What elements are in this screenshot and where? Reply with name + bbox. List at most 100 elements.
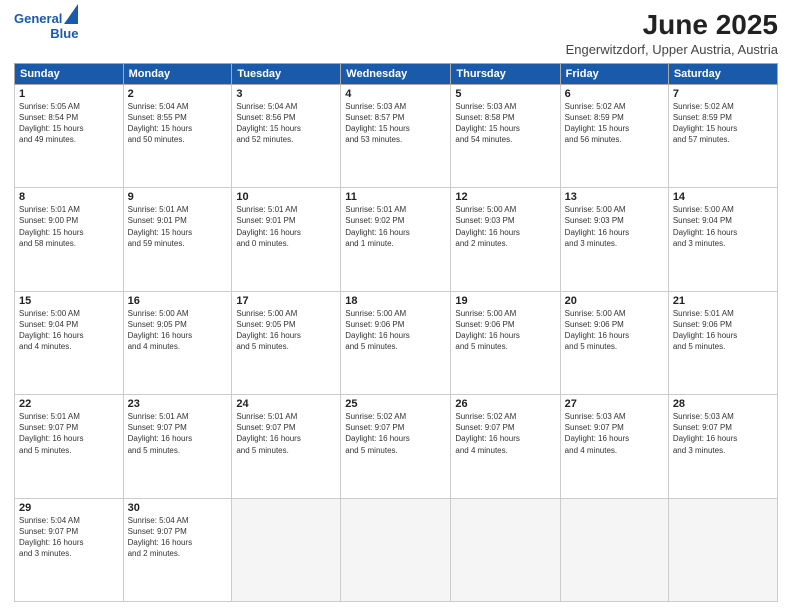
day-info: Sunrise: 5:00 AM Sunset: 9:03 PM Dayligh… <box>455 204 555 249</box>
calendar-cell <box>232 498 341 601</box>
calendar-body: 1Sunrise: 5:05 AM Sunset: 8:54 PM Daylig… <box>15 84 778 601</box>
calendar-cell: 8Sunrise: 5:01 AM Sunset: 9:00 PM Daylig… <box>15 188 124 291</box>
day-number: 6 <box>565 88 664 100</box>
logo-text-general: General <box>14 12 62 27</box>
day-number: 14 <box>673 191 773 203</box>
calendar-cell: 17Sunrise: 5:00 AM Sunset: 9:05 PM Dayli… <box>232 291 341 394</box>
calendar-cell: 2Sunrise: 5:04 AM Sunset: 8:55 PM Daylig… <box>123 84 232 187</box>
column-header-wednesday: Wednesday <box>341 63 451 84</box>
calendar-cell: 14Sunrise: 5:00 AM Sunset: 9:04 PM Dayli… <box>668 188 777 291</box>
week-row-5: 29Sunrise: 5:04 AM Sunset: 9:07 PM Dayli… <box>15 498 778 601</box>
calendar-cell: 23Sunrise: 5:01 AM Sunset: 9:07 PM Dayli… <box>123 395 232 498</box>
day-number: 28 <box>673 398 773 410</box>
day-info: Sunrise: 5:03 AM Sunset: 8:57 PM Dayligh… <box>345 101 446 146</box>
day-info: Sunrise: 5:01 AM Sunset: 9:02 PM Dayligh… <box>345 204 446 249</box>
column-header-monday: Monday <box>123 63 232 84</box>
day-number: 16 <box>128 295 228 307</box>
calendar-cell: 29Sunrise: 5:04 AM Sunset: 9:07 PM Dayli… <box>15 498 124 601</box>
day-info: Sunrise: 5:02 AM Sunset: 8:59 PM Dayligh… <box>565 101 664 146</box>
calendar-cell: 18Sunrise: 5:00 AM Sunset: 9:06 PM Dayli… <box>341 291 451 394</box>
calendar-cell: 15Sunrise: 5:00 AM Sunset: 9:04 PM Dayli… <box>15 291 124 394</box>
calendar-cell: 22Sunrise: 5:01 AM Sunset: 9:07 PM Dayli… <box>15 395 124 498</box>
day-number: 22 <box>19 398 119 410</box>
calendar-header-row: SundayMondayTuesdayWednesdayThursdayFrid… <box>15 63 778 84</box>
calendar-cell: 10Sunrise: 5:01 AM Sunset: 9:01 PM Dayli… <box>232 188 341 291</box>
day-info: Sunrise: 5:00 AM Sunset: 9:06 PM Dayligh… <box>455 308 555 353</box>
calendar-cell: 27Sunrise: 5:03 AM Sunset: 9:07 PM Dayli… <box>560 395 668 498</box>
calendar-cell <box>668 498 777 601</box>
day-info: Sunrise: 5:04 AM Sunset: 9:07 PM Dayligh… <box>128 515 228 560</box>
calendar-cell: 30Sunrise: 5:04 AM Sunset: 9:07 PM Dayli… <box>123 498 232 601</box>
calendar-cell: 28Sunrise: 5:03 AM Sunset: 9:07 PM Dayli… <box>668 395 777 498</box>
week-row-4: 22Sunrise: 5:01 AM Sunset: 9:07 PM Dayli… <box>15 395 778 498</box>
day-number: 13 <box>565 191 664 203</box>
column-header-thursday: Thursday <box>451 63 560 84</box>
day-number: 5 <box>455 88 555 100</box>
week-row-1: 1Sunrise: 5:05 AM Sunset: 8:54 PM Daylig… <box>15 84 778 187</box>
calendar-cell: 9Sunrise: 5:01 AM Sunset: 9:01 PM Daylig… <box>123 188 232 291</box>
day-info: Sunrise: 5:01 AM Sunset: 9:07 PM Dayligh… <box>128 411 228 456</box>
day-info: Sunrise: 5:00 AM Sunset: 9:06 PM Dayligh… <box>565 308 664 353</box>
column-header-friday: Friday <box>560 63 668 84</box>
day-info: Sunrise: 5:01 AM Sunset: 9:07 PM Dayligh… <box>19 411 119 456</box>
location-title: Engerwitzdorf, Upper Austria, Austria <box>566 42 778 57</box>
day-info: Sunrise: 5:01 AM Sunset: 9:00 PM Dayligh… <box>19 204 119 249</box>
week-row-3: 15Sunrise: 5:00 AM Sunset: 9:04 PM Dayli… <box>15 291 778 394</box>
day-number: 8 <box>19 191 119 203</box>
day-info: Sunrise: 5:00 AM Sunset: 9:06 PM Dayligh… <box>345 308 446 353</box>
calendar-cell: 1Sunrise: 5:05 AM Sunset: 8:54 PM Daylig… <box>15 84 124 187</box>
day-info: Sunrise: 5:03 AM Sunset: 8:58 PM Dayligh… <box>455 101 555 146</box>
day-info: Sunrise: 5:01 AM Sunset: 9:06 PM Dayligh… <box>673 308 773 353</box>
day-number: 9 <box>128 191 228 203</box>
column-header-sunday: Sunday <box>15 63 124 84</box>
day-number: 24 <box>236 398 336 410</box>
calendar-cell: 19Sunrise: 5:00 AM Sunset: 9:06 PM Dayli… <box>451 291 560 394</box>
day-number: 26 <box>455 398 555 410</box>
day-info: Sunrise: 5:05 AM Sunset: 8:54 PM Dayligh… <box>19 101 119 146</box>
calendar-cell: 20Sunrise: 5:00 AM Sunset: 9:06 PM Dayli… <box>560 291 668 394</box>
day-info: Sunrise: 5:00 AM Sunset: 9:04 PM Dayligh… <box>673 204 773 249</box>
day-info: Sunrise: 5:01 AM Sunset: 9:01 PM Dayligh… <box>236 204 336 249</box>
day-number: 20 <box>565 295 664 307</box>
page: General Blue June 2025 Engerwitzdorf, Up… <box>0 0 792 612</box>
day-number: 30 <box>128 502 228 514</box>
day-info: Sunrise: 5:00 AM Sunset: 9:03 PM Dayligh… <box>565 204 664 249</box>
calendar-cell <box>560 498 668 601</box>
logo-text-blue: Blue <box>50 27 78 42</box>
column-header-saturday: Saturday <box>668 63 777 84</box>
day-info: Sunrise: 5:00 AM Sunset: 9:05 PM Dayligh… <box>236 308 336 353</box>
day-number: 10 <box>236 191 336 203</box>
calendar-cell: 25Sunrise: 5:02 AM Sunset: 9:07 PM Dayli… <box>341 395 451 498</box>
calendar-cell <box>341 498 451 601</box>
calendar-cell: 12Sunrise: 5:00 AM Sunset: 9:03 PM Dayli… <box>451 188 560 291</box>
column-header-tuesday: Tuesday <box>232 63 341 84</box>
day-number: 11 <box>345 191 446 203</box>
calendar-cell <box>451 498 560 601</box>
calendar-cell: 21Sunrise: 5:01 AM Sunset: 9:06 PM Dayli… <box>668 291 777 394</box>
calendar-cell: 16Sunrise: 5:00 AM Sunset: 9:05 PM Dayli… <box>123 291 232 394</box>
day-number: 21 <box>673 295 773 307</box>
calendar-cell: 3Sunrise: 5:04 AM Sunset: 8:56 PM Daylig… <box>232 84 341 187</box>
calendar: SundayMondayTuesdayWednesdayThursdayFrid… <box>14 63 778 602</box>
day-number: 29 <box>19 502 119 514</box>
calendar-cell: 7Sunrise: 5:02 AM Sunset: 8:59 PM Daylig… <box>668 84 777 187</box>
day-info: Sunrise: 5:04 AM Sunset: 8:56 PM Dayligh… <box>236 101 336 146</box>
calendar-cell: 26Sunrise: 5:02 AM Sunset: 9:07 PM Dayli… <box>451 395 560 498</box>
day-info: Sunrise: 5:03 AM Sunset: 9:07 PM Dayligh… <box>673 411 773 456</box>
day-info: Sunrise: 5:00 AM Sunset: 9:04 PM Dayligh… <box>19 308 119 353</box>
day-info: Sunrise: 5:04 AM Sunset: 9:07 PM Dayligh… <box>19 515 119 560</box>
title-block: June 2025 Engerwitzdorf, Upper Austria, … <box>566 10 778 57</box>
day-number: 17 <box>236 295 336 307</box>
calendar-cell: 6Sunrise: 5:02 AM Sunset: 8:59 PM Daylig… <box>560 84 668 187</box>
day-info: Sunrise: 5:02 AM Sunset: 9:07 PM Dayligh… <box>455 411 555 456</box>
day-info: Sunrise: 5:01 AM Sunset: 9:07 PM Dayligh… <box>236 411 336 456</box>
day-number: 12 <box>455 191 555 203</box>
day-number: 18 <box>345 295 446 307</box>
header: General Blue June 2025 Engerwitzdorf, Up… <box>14 10 778 57</box>
day-number: 7 <box>673 88 773 100</box>
calendar-cell: 13Sunrise: 5:00 AM Sunset: 9:03 PM Dayli… <box>560 188 668 291</box>
day-info: Sunrise: 5:03 AM Sunset: 9:07 PM Dayligh… <box>565 411 664 456</box>
month-title: June 2025 <box>566 10 778 41</box>
day-number: 27 <box>565 398 664 410</box>
logo: General Blue <box>14 10 78 42</box>
